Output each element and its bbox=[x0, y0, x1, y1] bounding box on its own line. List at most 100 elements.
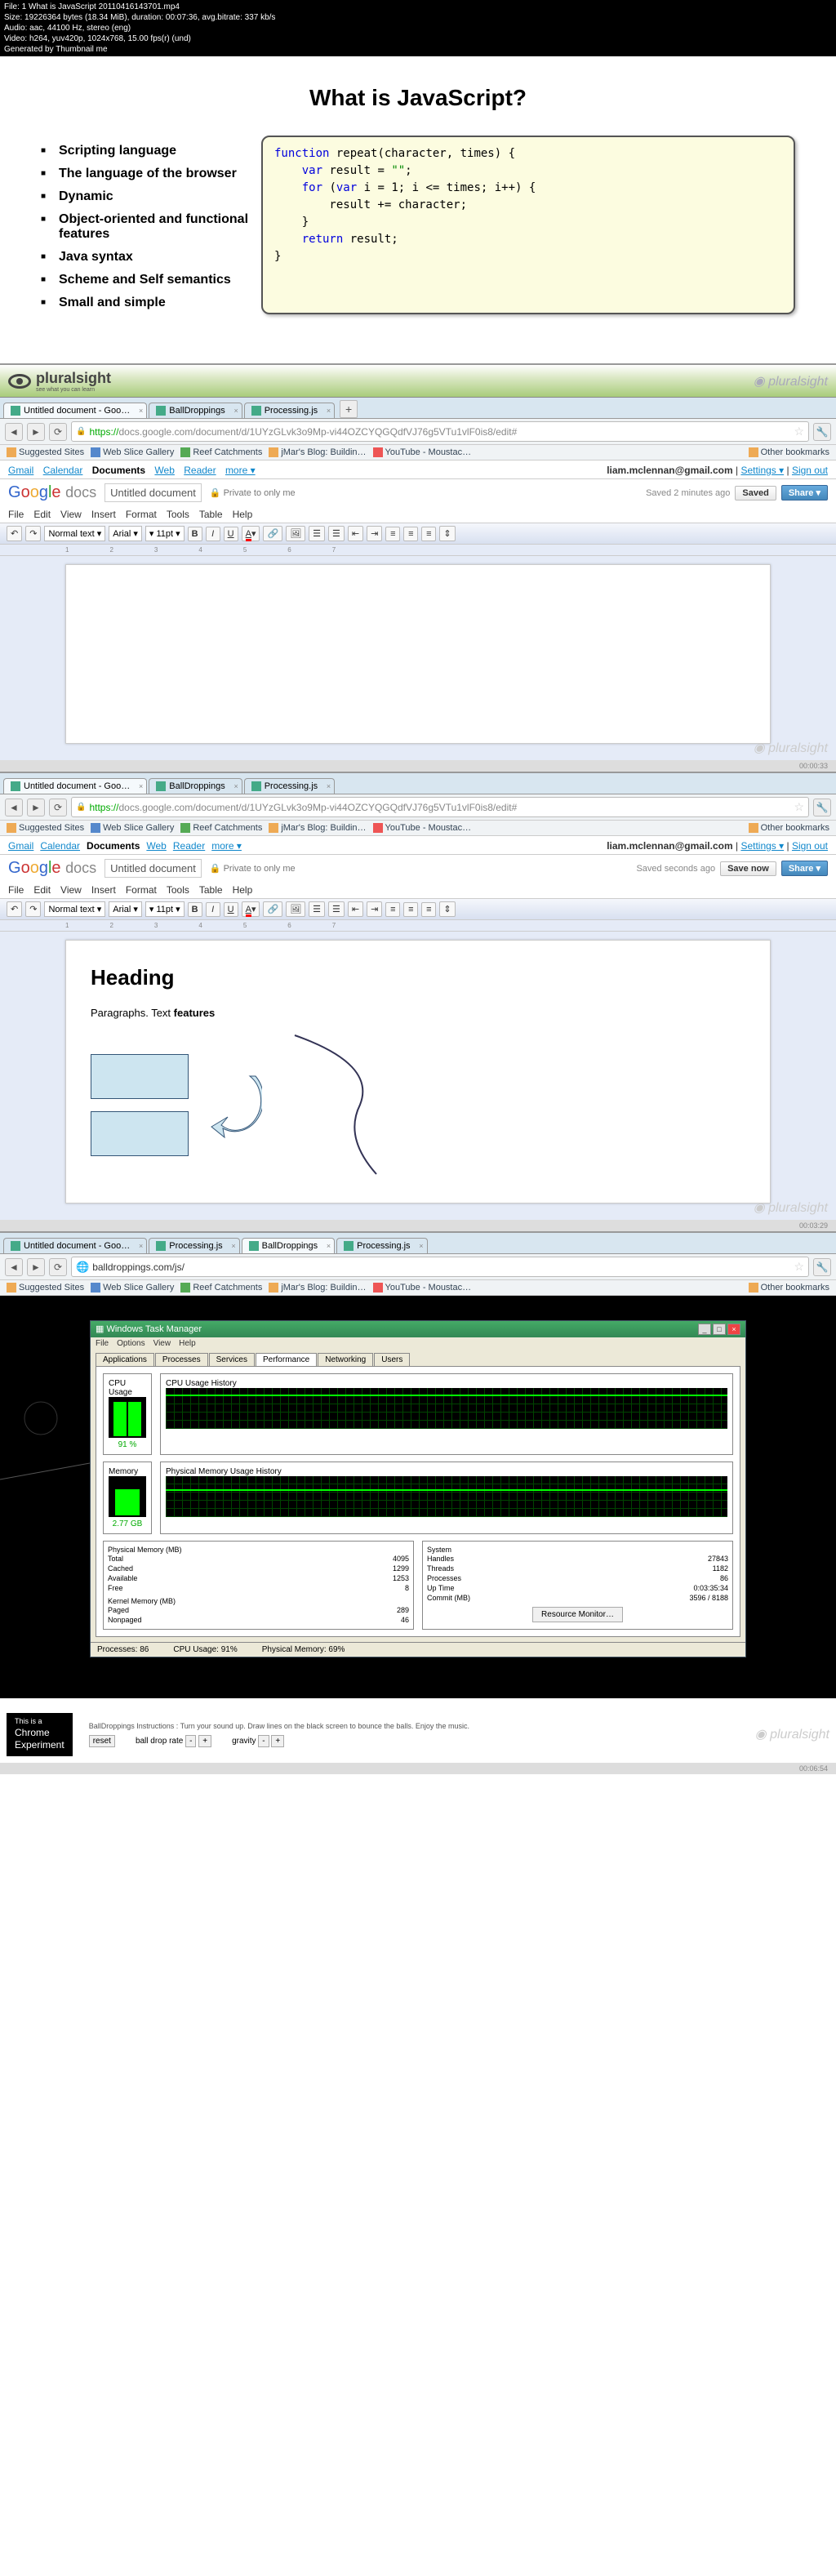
tab[interactable]: Processes bbox=[155, 1353, 208, 1366]
forward-button[interactable]: ► bbox=[27, 799, 45, 816]
indent-button[interactable]: ⇤ bbox=[348, 526, 363, 541]
browser-tab[interactable]: BallDroppings× bbox=[149, 403, 242, 418]
menu-item[interactable]: View bbox=[153, 1339, 171, 1348]
menu-item[interactable]: Options bbox=[117, 1339, 145, 1348]
shape-arrow[interactable] bbox=[205, 1068, 262, 1141]
nav-link[interactable]: Calendar bbox=[43, 465, 83, 476]
close-button[interactable]: × bbox=[727, 1324, 740, 1335]
minimize-button[interactable]: _ bbox=[698, 1324, 711, 1335]
back-button[interactable]: ◄ bbox=[5, 1258, 23, 1276]
nav-link[interactable]: Gmail bbox=[8, 465, 33, 476]
menu-item[interactable]: Insert bbox=[91, 509, 116, 520]
undo-button[interactable]: ↶ bbox=[7, 526, 22, 541]
back-button[interactable]: ◄ bbox=[5, 423, 23, 441]
link-button[interactable]: 🔗 bbox=[263, 526, 282, 541]
shape-rect[interactable] bbox=[91, 1111, 189, 1156]
nav-link[interactable]: Documents bbox=[92, 465, 145, 476]
gravity-minus-button[interactable]: - bbox=[258, 1735, 269, 1747]
reload-button[interactable]: ⟳ bbox=[49, 1258, 67, 1276]
size-select[interactable]: ▾ 11pt ▾ bbox=[145, 526, 185, 541]
share-button[interactable]: Share ▾ bbox=[781, 485, 828, 501]
align-button[interactable]: ≡ bbox=[385, 527, 400, 541]
align-button[interactable]: ≡ bbox=[421, 527, 436, 541]
nav-link[interactable]: more ▾ bbox=[225, 465, 256, 476]
save-button[interactable]: Saved bbox=[735, 486, 776, 501]
bookmark[interactable]: Suggested Sites bbox=[7, 447, 84, 457]
close-icon[interactable]: × bbox=[327, 407, 331, 415]
privacy-badge[interactable]: 🔒Private to only me bbox=[210, 487, 296, 498]
bookmark[interactable]: Web Slice Gallery bbox=[91, 447, 174, 457]
spacing-button[interactable]: ⇕ bbox=[439, 526, 455, 541]
title-bar[interactable]: ▦ Windows Task Manager _ □ × bbox=[91, 1321, 745, 1337]
address-bar[interactable]: 🔒 https://docs.google.com/document/d/1UY… bbox=[71, 421, 809, 442]
tab[interactable]: Applications bbox=[96, 1353, 154, 1366]
close-icon[interactable]: × bbox=[233, 407, 238, 415]
reload-button[interactable]: ⟳ bbox=[49, 799, 67, 816]
style-select[interactable]: Normal text ▾ bbox=[44, 526, 105, 541]
shape-curve[interactable] bbox=[278, 1031, 401, 1178]
text-color-button[interactable]: A▾ bbox=[242, 526, 260, 541]
bold-button[interactable]: B bbox=[188, 527, 202, 541]
image-button[interactable]: 🖼 bbox=[286, 526, 305, 541]
maximize-button[interactable]: □ bbox=[713, 1324, 726, 1335]
address-bar[interactable]: 🌐balldroppings.com/js/☆ bbox=[71, 1257, 809, 1277]
forward-button[interactable]: ► bbox=[27, 423, 45, 441]
share-button[interactable]: Share ▾ bbox=[781, 861, 828, 876]
italic-button[interactable]: I bbox=[206, 527, 220, 541]
page[interactable]: Heading Paragraphs. Text features bbox=[65, 940, 771, 1203]
list-button[interactable]: ☰ bbox=[328, 526, 345, 541]
new-tab-button[interactable]: + bbox=[340, 400, 358, 418]
bookmark-star-icon[interactable]: ☆ bbox=[794, 425, 804, 438]
menu-item[interactable]: Edit bbox=[33, 509, 51, 520]
balldroppings-area[interactable]: ▦ Windows Task Manager _ □ × File Option… bbox=[0, 1296, 836, 1698]
align-button[interactable]: ≡ bbox=[403, 527, 418, 541]
bookmark[interactable]: jMar's Blog: Buildin… bbox=[269, 447, 366, 457]
browser-tab[interactable]: Processing.js× bbox=[244, 403, 335, 418]
browser-tab[interactable]: Processing.js× bbox=[244, 778, 335, 794]
browser-tab[interactable]: Untitled document - Goo…× bbox=[3, 403, 147, 418]
tab[interactable]: Performance bbox=[256, 1353, 317, 1366]
page[interactable] bbox=[65, 564, 771, 744]
doc-title-input[interactable]: Untitled document bbox=[104, 483, 202, 502]
menu-item[interactable]: View bbox=[60, 509, 82, 520]
tab[interactable]: Services bbox=[209, 1353, 255, 1366]
wrench-icon[interactable]: 🔧 bbox=[813, 1258, 831, 1276]
settings-link[interactable]: Settings ▾ bbox=[740, 465, 784, 476]
browser-tab[interactable]: Untitled document - Goo…× bbox=[3, 1238, 147, 1253]
rate-minus-button[interactable]: - bbox=[185, 1735, 196, 1747]
shape-rect[interactable] bbox=[91, 1054, 189, 1099]
wrench-icon[interactable]: 🔧 bbox=[813, 423, 831, 441]
forward-button[interactable]: ► bbox=[27, 1258, 45, 1276]
reload-button[interactable]: ⟳ bbox=[49, 423, 67, 441]
save-button[interactable]: Save now bbox=[720, 861, 776, 876]
browser-tab[interactable]: Processing.js× bbox=[336, 1238, 427, 1253]
rate-plus-button[interactable]: + bbox=[198, 1735, 211, 1747]
browser-tab[interactable]: BallDroppings× bbox=[242, 1238, 335, 1253]
close-icon[interactable]: × bbox=[139, 407, 143, 415]
menu-item[interactable]: File bbox=[96, 1339, 109, 1348]
other-bookmarks[interactable]: Other bookmarks bbox=[749, 447, 829, 457]
menu-item[interactable]: File bbox=[8, 509, 24, 520]
browser-tab[interactable]: BallDroppings× bbox=[149, 778, 242, 794]
tab[interactable]: Users bbox=[374, 1353, 410, 1366]
bookmark[interactable]: YouTube - Moustac… bbox=[373, 447, 472, 457]
nav-link[interactable]: Reader bbox=[184, 465, 216, 476]
gravity-plus-button[interactable]: + bbox=[271, 1735, 284, 1747]
menu-item[interactable]: Help bbox=[233, 509, 253, 520]
underline-button[interactable]: U bbox=[224, 527, 238, 541]
resource-monitor-button[interactable]: Resource Monitor… bbox=[532, 1607, 623, 1622]
back-button[interactable]: ◄ bbox=[5, 799, 23, 816]
list-button[interactable]: ☰ bbox=[309, 526, 325, 541]
signout-link[interactable]: Sign out bbox=[792, 465, 828, 476]
menu-item[interactable]: Help bbox=[179, 1339, 196, 1348]
browser-tab[interactable]: Processing.js× bbox=[149, 1238, 239, 1253]
font-select[interactable]: Arial ▾ bbox=[109, 526, 142, 541]
menu-item[interactable]: Table bbox=[199, 509, 223, 520]
nav-link[interactable]: Web bbox=[154, 465, 174, 476]
menu-item[interactable]: Format bbox=[126, 509, 157, 520]
address-bar[interactable]: 🔒https://docs.google.com/document/d/1UYz… bbox=[71, 797, 809, 817]
browser-tab[interactable]: Untitled document - Goo…× bbox=[3, 778, 147, 794]
indent-button[interactable]: ⇥ bbox=[367, 526, 382, 541]
bookmark[interactable]: Reef Catchments bbox=[180, 447, 262, 457]
redo-button[interactable]: ↷ bbox=[25, 526, 41, 541]
